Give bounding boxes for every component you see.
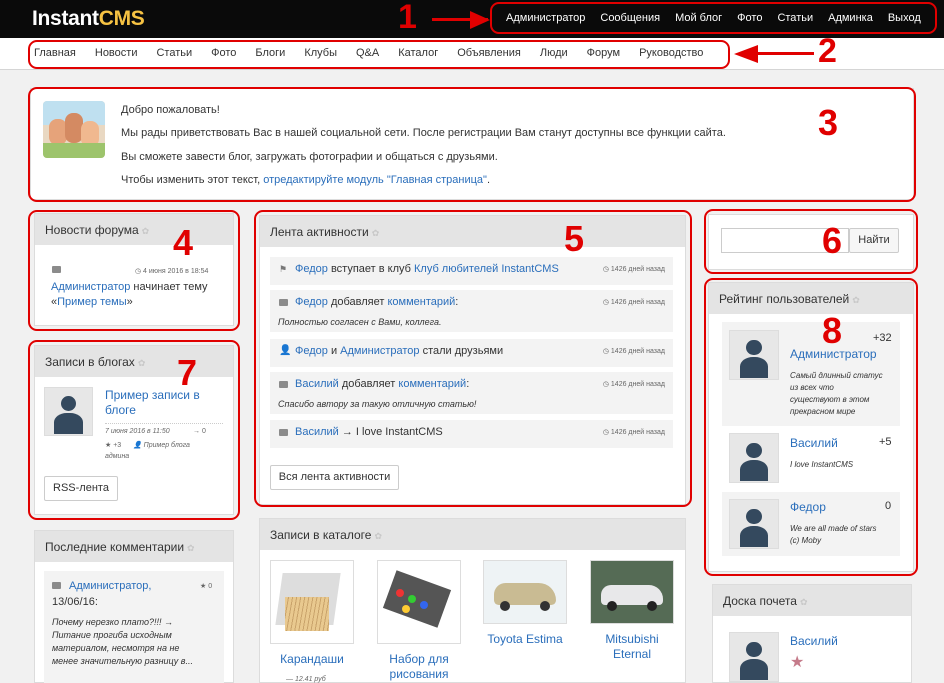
- annotation-box-3: [28, 87, 916, 202]
- honor-board-title: Доска почета: [723, 594, 797, 608]
- star-icon: ★: [790, 654, 805, 671]
- annotation-box-2: [28, 40, 730, 69]
- comment-text-line: менее значительную разницу в...: [52, 656, 193, 666]
- comment-text-line: Питание прогиба исходным: [52, 630, 172, 640]
- last-comments-title: Последние комментарии: [45, 540, 185, 554]
- annotation-number-3: 3: [818, 102, 839, 143]
- catalog-item-image[interactable]: [590, 560, 674, 624]
- annotation-number-7: 7: [177, 352, 198, 393]
- annotation-number-8: 8: [822, 310, 843, 351]
- annotation-number-6: 6: [822, 220, 843, 261]
- annotation-box-6: [704, 209, 918, 274]
- comment-icon: [52, 582, 61, 589]
- annotation-arrowhead-2: [734, 45, 758, 63]
- gear-icon[interactable]: ✿: [374, 531, 382, 542]
- comment-text-line: Почему нерезко плато?!!! →: [52, 617, 174, 627]
- comment-text-line: материалом, несмотря на не: [52, 643, 180, 653]
- comment-text[interactable]: Почему нерезко плато?!!! → Питание проги…: [52, 616, 193, 668]
- site-logo[interactable]: InstantCMS: [32, 7, 145, 31]
- catalog-item-name[interactable]: Mitsubishi Eternal: [590, 632, 674, 662]
- catalog-item-image[interactable]: [377, 560, 461, 644]
- annotation-box-4: [28, 210, 240, 331]
- annotation-number-5: 5: [564, 218, 585, 259]
- catalog-item-name[interactable]: Карандаши: [270, 652, 354, 666]
- catalog-item-name[interactable]: Набор для рисования: [377, 652, 461, 682]
- annotation-number-1: 1: [398, 0, 417, 36]
- logo-text: Instant: [32, 7, 99, 30]
- gear-icon[interactable]: ✿: [800, 597, 808, 608]
- catalog-item-name[interactable]: Toyota Estima: [478, 632, 572, 646]
- honor-user-name[interactable]: Василий: [790, 634, 838, 648]
- catalog-item-price: — 12.41 руб: [286, 676, 326, 683]
- annotation-number-2: 2: [818, 32, 837, 70]
- comment-date: 13/06/16:: [52, 596, 98, 608]
- gear-icon[interactable]: ✿: [187, 543, 195, 554]
- annotation-arrowhead-1: [470, 11, 490, 29]
- catalog-item-image[interactable]: [270, 560, 354, 644]
- annotation-box-8: [704, 278, 918, 576]
- comment-author-link[interactable]: Администратор,: [69, 580, 151, 592]
- annotation-box-5: [254, 210, 692, 507]
- annotation-arrow-2: [756, 52, 814, 55]
- catalog-item-name-line: Набор для: [389, 652, 449, 666]
- last-comments-header: Последние комментарии ✿: [35, 531, 233, 562]
- catalog-item-name-line: Eternal: [612, 647, 652, 661]
- catalog-title: Записи в каталоге: [270, 528, 372, 542]
- catalog-item-name-line: Mitsubishi: [605, 632, 659, 646]
- annotation-box-1: [490, 2, 937, 34]
- catalog-header: Записи в каталоге ✿: [260, 519, 685, 550]
- catalog-item-image[interactable]: [483, 560, 567, 624]
- catalog-item-name-line: рисования: [389, 667, 449, 681]
- comment-score: ★ 0: [200, 583, 213, 590]
- user-avatar[interactable]: [729, 632, 779, 682]
- honor-board-header: Доска почета ✿: [713, 585, 911, 616]
- annotation-number-4: 4: [173, 222, 194, 263]
- annotation-box-7: [28, 340, 240, 520]
- logo-accent-text: CMS: [98, 7, 145, 30]
